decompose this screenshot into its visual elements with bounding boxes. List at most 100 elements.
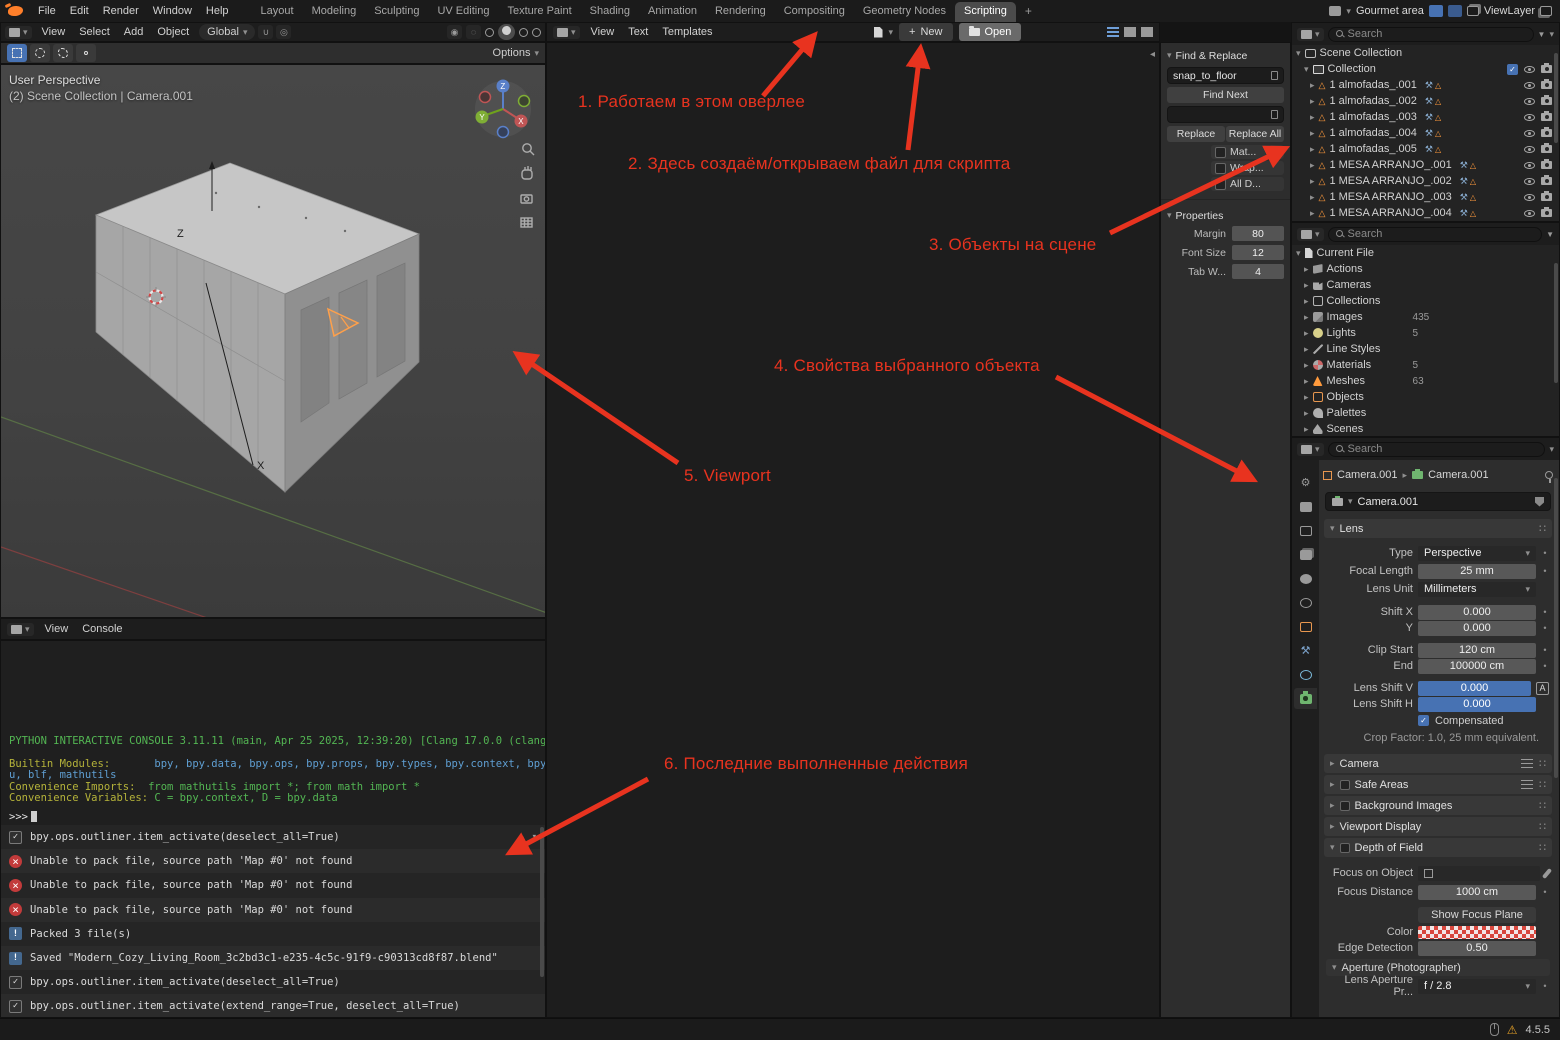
drag-handle-icon[interactable]: ∷ <box>1539 799 1546 812</box>
drag-handle-icon[interactable]: ∷ <box>1539 841 1546 854</box>
outliner-search-input[interactable]: Search <box>1328 27 1534 42</box>
python-console[interactable]: PYTHON INTERACTIVE CONSOLE 3.11.11 (main… <box>0 640 546 1018</box>
viewport-menu-item[interactable]: Object <box>150 24 196 40</box>
disable-render-icon[interactable] <box>1541 161 1552 169</box>
workspace-tab[interactable]: Geometry Nodes <box>854 2 955 22</box>
hide-viewport-icon[interactable] <box>1524 130 1535 137</box>
animate-dot[interactable]: • <box>1541 623 1549 633</box>
find-input[interactable]: snap_to_floor <box>1167 67 1284 84</box>
clip-start-field[interactable]: 120 cm <box>1418 643 1536 658</box>
workspace-tab[interactable]: Modeling <box>303 2 366 22</box>
workspace-tab[interactable]: Shading <box>581 2 639 22</box>
search-toggle-button[interactable]: Mat... <box>1211 145 1284 159</box>
properties-panel-header[interactable]: ▸ Camera ∷ <box>1324 754 1552 773</box>
workspace-tab[interactable]: Sculpting <box>365 2 428 22</box>
collection-checkbox[interactable] <box>1507 64 1518 75</box>
disable-render-icon[interactable] <box>1541 145 1552 153</box>
shading-solid-active[interactable] <box>498 24 515 40</box>
chevron-down-icon[interactable]: ▾ <box>1304 65 1309 74</box>
drag-handle-icon[interactable]: ∷ <box>1539 757 1546 770</box>
editor-type-button[interactable]: ▾ <box>1297 443 1324 456</box>
syntax-highlight-icon[interactable] <box>1141 27 1153 37</box>
chevron-right-icon[interactable]: ▸ <box>1310 145 1315 154</box>
chevron-right-icon[interactable]: ▸ <box>1304 361 1309 370</box>
properties-panel-header[interactable]: ▾ Properties <box>1167 207 1284 224</box>
eyedropper-icon[interactable] <box>1542 868 1552 879</box>
console-log-row[interactable]: bpy.ops.outliner.item_activate(extend_ra… <box>1 994 545 1018</box>
console-log-row[interactable]: Unable to pack file, source path 'Map #0… <box>1 898 545 922</box>
text-editor-menu-item[interactable]: Templates <box>655 24 719 40</box>
animate-dot[interactable]: • <box>1541 548 1549 558</box>
datablock-category-row[interactable]: ▸ Scenes <box>1292 421 1559 437</box>
animate-dot[interactable]: • <box>1541 981 1549 991</box>
collection-row[interactable]: ▾ Collection <box>1292 61 1559 77</box>
console-log-row[interactable]: Unable to pack file, source path 'Map #0… <box>1 873 545 897</box>
shift-x-field[interactable]: 0.000 <box>1418 605 1536 620</box>
tab-render[interactable] <box>1294 496 1317 517</box>
pin-icon[interactable] <box>1545 471 1553 479</box>
word-wrap-icon[interactable] <box>1124 27 1136 37</box>
tab-modifiers[interactable]: ⚒ <box>1294 640 1317 661</box>
open-text-button[interactable]: Open <box>959 23 1022 41</box>
view-layer-name[interactable]: ViewLayer <box>1484 5 1535 17</box>
tab-scene[interactable] <box>1294 568 1317 589</box>
datablock-category-row[interactable]: ▸ Meshes 63 <box>1292 373 1559 389</box>
disable-render-icon[interactable] <box>1541 129 1552 137</box>
properties-panel-header[interactable]: ▸ Viewport Display ∷ <box>1324 817 1552 836</box>
hide-viewport-icon[interactable] <box>1524 178 1535 185</box>
move-view-icon[interactable] <box>522 166 532 179</box>
tab-object-data[interactable] <box>1294 688 1317 709</box>
console-scrollbar[interactable] <box>540 827 544 977</box>
editor-type-button[interactable]: ▾ <box>7 623 34 636</box>
menu-item[interactable]: Edit <box>63 3 96 19</box>
viewport-canvas[interactable]: Z X Z <box>0 64 546 618</box>
tab-view-layer[interactable] <box>1294 544 1317 565</box>
panel-checkbox[interactable] <box>1340 780 1350 790</box>
hide-viewport-icon[interactable] <box>1524 98 1535 105</box>
filter-icon[interactable]: ▼ <box>1546 230 1554 239</box>
edge-detection-field[interactable]: 0.50 <box>1418 941 1536 956</box>
proportional-edit-icon[interactable]: ◎ <box>276 25 291 39</box>
chevron-down-icon[interactable]: ▾ <box>889 28 894 37</box>
lens-shift-v-slider[interactable]: 0.000 <box>1418 681 1531 696</box>
console-log-row[interactable]: bpy.ops.outliner.item_activate(deselect_… <box>1 825 545 849</box>
chevron-right-icon[interactable]: ▸ <box>1310 129 1315 138</box>
gizmo-neg-x-axis[interactable] <box>480 92 491 103</box>
menu-item[interactable]: File <box>31 3 63 19</box>
tab-output[interactable] <box>1294 520 1317 541</box>
show-gizmo-icon[interactable]: ◉ <box>447 25 462 39</box>
hide-viewport-icon[interactable] <box>1524 82 1535 89</box>
chevron-right-icon[interactable]: ▸ <box>1310 113 1315 122</box>
new-scene-button[interactable] <box>1429 5 1443 17</box>
text-editor-menu-item[interactable]: View <box>584 24 622 40</box>
disable-render-icon[interactable] <box>1541 193 1552 201</box>
console-menu-item[interactable]: View <box>38 621 76 637</box>
show-focus-plane-button[interactable]: Show Focus Plane <box>1418 907 1536 923</box>
chevron-right-icon[interactable]: ▸ <box>1304 313 1309 322</box>
tab-tool[interactable]: ⚙ <box>1294 472 1317 493</box>
scene-collection-row[interactable]: ▾ Scene Collection <box>1292 45 1559 61</box>
outliner-object-row[interactable]: ▸ △ 1 almofadas_.002 ⚒ △ <box>1292 93 1559 109</box>
dof-checkbox[interactable] <box>1340 843 1350 853</box>
hide-viewport-icon[interactable] <box>1524 162 1535 169</box>
current-file-row[interactable]: ▾ Current File <box>1292 245 1559 261</box>
lens-type-dropdown[interactable]: Perspective▾ <box>1418 546 1536 561</box>
outliner-object-row[interactable]: ▸ △ 1 almofadas_.003 ⚒ △ <box>1292 109 1559 125</box>
property-value-field[interactable]: 80 <box>1232 226 1284 241</box>
filter-icon[interactable]: ▼ <box>1538 30 1546 39</box>
hide-viewport-icon[interactable] <box>1524 194 1535 201</box>
focal-length-field[interactable]: 25 mm <box>1418 564 1536 579</box>
chevron-right-icon[interactable]: ▸ <box>1304 425 1309 434</box>
clip-end-field[interactable]: 100000 cm <box>1418 659 1536 674</box>
copy-view-layer-icon[interactable] <box>1540 6 1552 16</box>
workspace-tab[interactable]: Rendering <box>706 2 775 22</box>
viewport-menu-item[interactable]: Add <box>117 24 151 40</box>
show-overlays-icon[interactable]: ◌ <box>466 25 481 39</box>
scene-name[interactable]: Gourmet area <box>1356 5 1424 17</box>
auto-badge[interactable]: A <box>1536 682 1549 695</box>
transform-orientation-dropdown[interactable]: Global ▾ <box>199 24 255 40</box>
property-value-field[interactable]: 12 <box>1232 245 1284 260</box>
datablock-category-row[interactable]: ▸ Lights 5 <box>1292 325 1559 341</box>
disable-render-icon[interactable] <box>1541 97 1552 105</box>
scene-settings-button[interactable] <box>1448 5 1462 17</box>
